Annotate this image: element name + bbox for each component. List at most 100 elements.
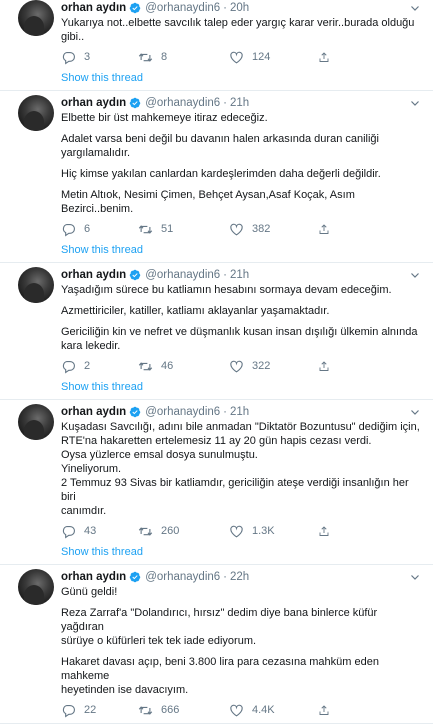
tweet-paragraph: Kuşadası Savcılığı, adını bile anmadan "… xyxy=(61,420,423,518)
user-handle[interactable]: @orhanaydin6 xyxy=(145,571,220,583)
tweet-text: Yaşadığım sürece bu katliamın hesabını s… xyxy=(61,283,423,353)
share-icon xyxy=(319,223,329,234)
tweet-line: Metin Altıok, Nesimi Çimen, Behçet Aysan… xyxy=(61,189,355,215)
tweet-timestamp[interactable]: 21h xyxy=(230,97,249,109)
user-handle[interactable]: @orhanaydin6 xyxy=(145,406,220,418)
share-button[interactable] xyxy=(318,524,338,539)
chevron-down-icon[interactable] xyxy=(409,571,421,583)
tweet[interactable]: orhan aydın @orhanaydin6 · 21h Yaşadığım… xyxy=(0,263,433,400)
share-button[interactable] xyxy=(318,703,338,718)
share-button[interactable] xyxy=(318,359,338,374)
separator-dot: · xyxy=(223,269,228,281)
tweet-actions: 3 8 124 xyxy=(61,44,423,70)
retweet-icon xyxy=(138,526,153,536)
like-button[interactable]: 124 xyxy=(229,50,318,65)
verified-badge-icon xyxy=(129,571,141,583)
user-name[interactable]: orhan aydın xyxy=(61,406,126,418)
retweet-icon xyxy=(138,705,153,715)
tweet-line: Yaşadığım sürece bu katliamın hesabını s… xyxy=(61,284,392,296)
tweet-timestamp[interactable]: 22h xyxy=(230,571,249,583)
avatar[interactable] xyxy=(18,0,54,36)
like-button[interactable]: 1.3K xyxy=(229,524,318,539)
user-name[interactable]: orhan aydın xyxy=(61,269,126,281)
show-thread-link[interactable]: Show this thread xyxy=(61,379,423,399)
avatar[interactable] xyxy=(18,95,54,131)
user-name[interactable]: orhan aydın xyxy=(61,97,126,109)
tweet[interactable]: orhan aydın @orhanaydin6 · 20h Yukarıya … xyxy=(0,0,433,91)
user-name[interactable]: orhan aydın xyxy=(61,571,126,583)
share-icon xyxy=(319,704,329,715)
tweet-line: Adalet varsa beni değil bu davanın halen… xyxy=(61,133,379,145)
tweet[interactable]: orhan aydın @orhanaydin6 · 22h Günü geld… xyxy=(0,565,433,724)
reply-icon xyxy=(62,704,75,718)
reply-button[interactable]: 43 xyxy=(61,524,138,539)
like-count: 382 xyxy=(252,223,271,235)
avatar[interactable] xyxy=(18,267,54,303)
reply-count: 43 xyxy=(84,525,97,537)
tweet-header: orhan aydın @orhanaydin6 · 22h xyxy=(61,569,423,585)
tweet-timestamp[interactable]: 21h xyxy=(230,269,249,281)
reply-icon xyxy=(62,223,75,237)
user-handle[interactable]: @orhanaydin6 xyxy=(145,2,220,14)
user-handle[interactable]: @orhanaydin6 xyxy=(145,97,220,109)
show-thread-link[interactable]: Show this thread xyxy=(61,544,423,564)
tweet-paragraph: Hakaret davası açıp, beni 3.800 lira par… xyxy=(61,655,423,697)
like-icon xyxy=(230,525,243,537)
reply-icon xyxy=(62,51,75,65)
separator-dot: · xyxy=(223,571,228,583)
reply-count: 2 xyxy=(84,360,91,372)
like-count: 124 xyxy=(252,51,271,63)
reply-count: 3 xyxy=(84,51,91,63)
tweet-line: 2 Temmuz 93 Sivas bir katliamdır, gerici… xyxy=(61,477,409,503)
tweet-actions: 43 260 1.3K xyxy=(61,518,423,544)
retweet-icon xyxy=(138,52,153,62)
reply-button[interactable]: 2 xyxy=(61,359,138,374)
tweet-timestamp[interactable]: 20h xyxy=(230,2,249,14)
tweet-timestamp[interactable]: 21h xyxy=(230,406,249,418)
retweet-button[interactable]: 46 xyxy=(138,359,229,374)
share-button[interactable] xyxy=(318,50,338,65)
separator-dot: · xyxy=(223,97,228,109)
tweet-line: Günü geldi! xyxy=(61,586,118,598)
retweet-button[interactable]: 51 xyxy=(138,222,229,237)
share-button[interactable] xyxy=(318,222,338,237)
show-thread-link[interactable]: Show this thread xyxy=(61,242,423,262)
tweet[interactable]: orhan aydın @orhanaydin6 · 21h Kuşadası … xyxy=(0,400,433,565)
user-handle[interactable]: @orhanaydin6 xyxy=(145,269,220,281)
tweet-paragraph: Yukarıya not..elbette savcılık talep ede… xyxy=(61,16,423,44)
tweet-line: gibi.. xyxy=(61,31,85,43)
tweet-line: Yukarıya not..elbette savcılık talep ede… xyxy=(61,17,415,29)
retweet-button[interactable]: 666 xyxy=(138,703,229,718)
retweet-button[interactable]: 8 xyxy=(138,50,229,65)
avatar[interactable] xyxy=(18,404,54,440)
verified-badge-icon xyxy=(129,97,141,109)
chevron-down-icon[interactable] xyxy=(409,269,421,281)
like-button[interactable]: 4.4K xyxy=(229,703,318,718)
reply-button[interactable]: 6 xyxy=(61,222,138,237)
tweet-line: kara lekedir. xyxy=(61,340,121,352)
timeline: orhan aydın @orhanaydin6 · 20h Yukarıya … xyxy=(0,0,433,724)
tweet-paragraph: Metin Altıok, Nesimi Çimen, Behçet Aysan… xyxy=(61,188,423,216)
like-button[interactable]: 382 xyxy=(229,222,318,237)
like-count: 322 xyxy=(252,360,271,372)
tweet-line: Kuşadası Savcılığı, adını bile anmadan "… xyxy=(61,421,420,433)
tweet[interactable]: orhan aydın @orhanaydin6 · 21h Elbette b… xyxy=(0,91,433,263)
tweet-line: Hiç kimse yakılan canlardan kardeşlerimd… xyxy=(61,168,381,180)
avatar[interactable] xyxy=(18,569,54,605)
retweet-icon xyxy=(138,224,153,234)
retweet-button[interactable]: 260 xyxy=(138,524,229,539)
like-button[interactable]: 322 xyxy=(229,359,318,374)
separator-dot: · xyxy=(223,2,228,14)
like-icon xyxy=(230,360,243,372)
tweet-line: heyetinden ise davacıyım. xyxy=(61,684,189,696)
like-count: 4.4K xyxy=(252,704,275,716)
tweet-paragraph: Gericiliğin kin ve nefret ve düşmanlık k… xyxy=(61,325,423,353)
tweet-line: RTE'na hakaretten ertelemesiz 11 ay 20 g… xyxy=(61,435,372,447)
reply-button[interactable]: 22 xyxy=(61,703,138,718)
user-name[interactable]: orhan aydın xyxy=(61,2,126,14)
chevron-down-icon[interactable] xyxy=(409,97,421,109)
chevron-down-icon[interactable] xyxy=(409,2,421,14)
show-thread-link[interactable]: Show this thread xyxy=(61,70,423,90)
chevron-down-icon[interactable] xyxy=(409,406,421,418)
reply-button[interactable]: 3 xyxy=(61,50,138,65)
